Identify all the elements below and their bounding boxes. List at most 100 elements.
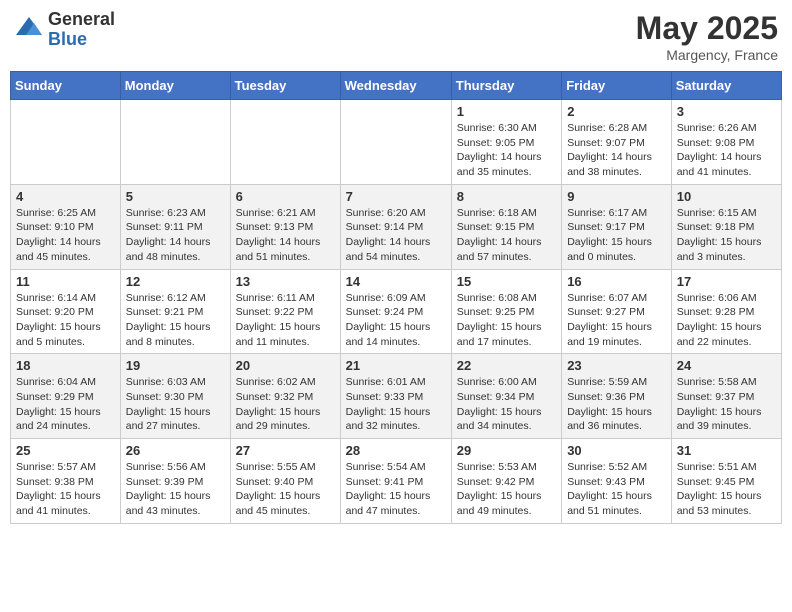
day-cell: 26Sunrise: 5:56 AM Sunset: 9:39 PM Dayli… xyxy=(120,439,230,524)
day-info: Sunrise: 6:09 AM Sunset: 9:24 PM Dayligh… xyxy=(346,291,446,350)
day-cell: 11 Sunrise: 6:14 AM Sunset: 9:20 PM Dayli… xyxy=(11,269,121,354)
logo: General Blue xyxy=(14,10,115,50)
day-cell: 6 Sunrise: 6:21 AM Sunset: 9:13 PM Daylig… xyxy=(230,184,340,269)
calendar: SundayMondayTuesdayWednesdayThursdayFrid… xyxy=(10,71,782,524)
logo-icon xyxy=(14,15,44,45)
day-info: Sunrise: 6:15 AM Sunset: 9:18 PM Dayligh… xyxy=(677,206,776,265)
day-cell: 23 Sunrise: 5:59 AM Sunset: 9:36 PM Dayli… xyxy=(562,354,672,439)
day-number: 15 xyxy=(457,274,556,289)
weekday-header-thursday: Thursday xyxy=(451,72,561,100)
day-info: Sunrise: 6:07 AM Sunset: 9:27 PM Dayligh… xyxy=(567,291,666,350)
day-cell: 17 Sunrise: 6:06 AM Sunset: 9:28 PM Dayli… xyxy=(671,269,781,354)
day-number: 23 xyxy=(567,358,666,373)
day-number: 30 xyxy=(567,443,666,458)
day-info: Sunrise: 5:56 AM Sunset: 9:39 PM Dayligh… xyxy=(126,460,225,519)
day-info: Sunrise: 5:53 AM Sunset: 9:42 PM Dayligh… xyxy=(457,460,556,519)
day-cell: 12 Sunrise: 6:12 AM Sunset: 9:21 PM Dayli… xyxy=(120,269,230,354)
day-info: Sunrise: 5:52 AM Sunset: 9:43 PM Dayligh… xyxy=(567,460,666,519)
day-number: 20 xyxy=(236,358,335,373)
day-info: Sunrise: 6:18 AM Sunset: 9:15 PM Dayligh… xyxy=(457,206,556,265)
day-info: Sunrise: 5:59 AM Sunset: 9:36 PM Dayligh… xyxy=(567,375,666,434)
day-cell: 21 Sunrise: 6:01 AM Sunset: 9:33 PM Dayli… xyxy=(340,354,451,439)
day-info: Sunrise: 6:02 AM Sunset: 9:32 PM Dayligh… xyxy=(236,375,335,434)
day-info: Sunrise: 6:25 AM Sunset: 9:10 PM Dayligh… xyxy=(16,206,115,265)
day-number: 14 xyxy=(346,274,446,289)
day-number: 7 xyxy=(346,189,446,204)
day-number: 3 xyxy=(677,104,776,119)
weekday-header-friday: Friday xyxy=(562,72,672,100)
day-number: 11 xyxy=(16,274,115,289)
day-info: Sunrise: 6:12 AM Sunset: 9:21 PM Dayligh… xyxy=(126,291,225,350)
day-cell: 14 Sunrise: 6:09 AM Sunset: 9:24 PM Dayli… xyxy=(340,269,451,354)
day-number: 6 xyxy=(236,189,335,204)
day-cell xyxy=(120,100,230,185)
day-info: Sunrise: 6:03 AM Sunset: 9:30 PM Dayligh… xyxy=(126,375,225,434)
day-cell: 4 Sunrise: 6:25 AM Sunset: 9:10 PM Daylig… xyxy=(11,184,121,269)
logo-text: General Blue xyxy=(48,10,115,50)
day-info: Sunrise: 6:00 AM Sunset: 9:34 PM Dayligh… xyxy=(457,375,556,434)
month-title: May 2025 xyxy=(636,10,778,47)
day-number: 2 xyxy=(567,104,666,119)
day-number: 9 xyxy=(567,189,666,204)
day-number: 18 xyxy=(16,358,115,373)
logo-general: General xyxy=(48,10,115,30)
day-info: Sunrise: 6:28 AM Sunset: 9:07 PM Dayligh… xyxy=(567,121,666,180)
day-cell: 30 Sunrise: 5:52 AM Sunset: 9:43 PM Dayli… xyxy=(562,439,672,524)
day-cell: 19 Sunrise: 6:03 AM Sunset: 9:30 PM Dayli… xyxy=(120,354,230,439)
day-number: 22 xyxy=(457,358,556,373)
day-number: 16 xyxy=(567,274,666,289)
day-cell: 15 Sunrise: 6:08 AM Sunset: 9:25 PM Dayli… xyxy=(451,269,561,354)
day-cell: 18 Sunrise: 6:04 AM Sunset: 9:29 PM Dayli… xyxy=(11,354,121,439)
day-number: 4 xyxy=(16,189,115,204)
day-cell: 20 Sunrise: 6:02 AM Sunset: 9:32 PM Dayli… xyxy=(230,354,340,439)
weekday-header-row: SundayMondayTuesdayWednesdayThursdayFrid… xyxy=(11,72,782,100)
title-block: May 2025 Margency, France xyxy=(636,10,778,63)
day-cell: 8 Sunrise: 6:18 AM Sunset: 9:15 PM Daylig… xyxy=(451,184,561,269)
day-number: 1 xyxy=(457,104,556,119)
day-number: 25 xyxy=(16,443,115,458)
week-row-1: 4 Sunrise: 6:25 AM Sunset: 9:10 PM Daylig… xyxy=(11,184,782,269)
day-info: Sunrise: 6:06 AM Sunset: 9:28 PM Dayligh… xyxy=(677,291,776,350)
day-cell: 29 Sunrise: 5:53 AM Sunset: 9:42 PM Dayli… xyxy=(451,439,561,524)
weekday-header-wednesday: Wednesday xyxy=(340,72,451,100)
day-info: Sunrise: 6:21 AM Sunset: 9:13 PM Dayligh… xyxy=(236,206,335,265)
day-info: Sunrise: 6:14 AM Sunset: 9:20 PM Dayligh… xyxy=(16,291,115,350)
day-number: 19 xyxy=(126,358,225,373)
day-info: Sunrise: 6:26 AM Sunset: 9:08 PM Dayligh… xyxy=(677,121,776,180)
day-cell xyxy=(230,100,340,185)
day-number: 24 xyxy=(677,358,776,373)
day-cell: 27Sunrise: 5:55 AM Sunset: 9:40 PM Dayli… xyxy=(230,439,340,524)
day-number: 5 xyxy=(126,189,225,204)
day-cell: 16 Sunrise: 6:07 AM Sunset: 9:27 PM Dayli… xyxy=(562,269,672,354)
day-cell: 31Sunrise: 5:51 AM Sunset: 9:45 PM Dayli… xyxy=(671,439,781,524)
day-cell: 2 Sunrise: 6:28 AM Sunset: 9:07 PM Daylig… xyxy=(562,100,672,185)
day-info: Sunrise: 6:01 AM Sunset: 9:33 PM Dayligh… xyxy=(346,375,446,434)
day-number: 13 xyxy=(236,274,335,289)
day-number: 29 xyxy=(457,443,556,458)
weekday-header-sunday: Sunday xyxy=(11,72,121,100)
day-number: 12 xyxy=(126,274,225,289)
day-cell: 7 Sunrise: 6:20 AM Sunset: 9:14 PM Daylig… xyxy=(340,184,451,269)
day-info: Sunrise: 6:17 AM Sunset: 9:17 PM Dayligh… xyxy=(567,206,666,265)
day-info: Sunrise: 6:30 AM Sunset: 9:05 PM Dayligh… xyxy=(457,121,556,180)
day-cell: 28Sunrise: 5:54 AM Sunset: 9:41 PM Dayli… xyxy=(340,439,451,524)
week-row-0: 1 Sunrise: 6:30 AM Sunset: 9:05 PM Daylig… xyxy=(11,100,782,185)
weekday-header-monday: Monday xyxy=(120,72,230,100)
day-cell xyxy=(11,100,121,185)
day-cell: 1 Sunrise: 6:30 AM Sunset: 9:05 PM Daylig… xyxy=(451,100,561,185)
week-row-4: 25Sunrise: 5:57 AM Sunset: 9:38 PM Dayli… xyxy=(11,439,782,524)
day-cell: 25Sunrise: 5:57 AM Sunset: 9:38 PM Dayli… xyxy=(11,439,121,524)
day-number: 17 xyxy=(677,274,776,289)
day-number: 10 xyxy=(677,189,776,204)
day-number: 8 xyxy=(457,189,556,204)
day-info: Sunrise: 5:55 AM Sunset: 9:40 PM Dayligh… xyxy=(236,460,335,519)
day-number: 21 xyxy=(346,358,446,373)
location: Margency, France xyxy=(636,47,778,63)
day-info: Sunrise: 6:08 AM Sunset: 9:25 PM Dayligh… xyxy=(457,291,556,350)
day-cell: 22 Sunrise: 6:00 AM Sunset: 9:34 PM Dayli… xyxy=(451,354,561,439)
day-info: Sunrise: 6:04 AM Sunset: 9:29 PM Dayligh… xyxy=(16,375,115,434)
day-info: Sunrise: 6:20 AM Sunset: 9:14 PM Dayligh… xyxy=(346,206,446,265)
day-cell xyxy=(340,100,451,185)
day-cell: 24Sunrise: 5:58 AM Sunset: 9:37 PM Dayli… xyxy=(671,354,781,439)
weekday-header-tuesday: Tuesday xyxy=(230,72,340,100)
